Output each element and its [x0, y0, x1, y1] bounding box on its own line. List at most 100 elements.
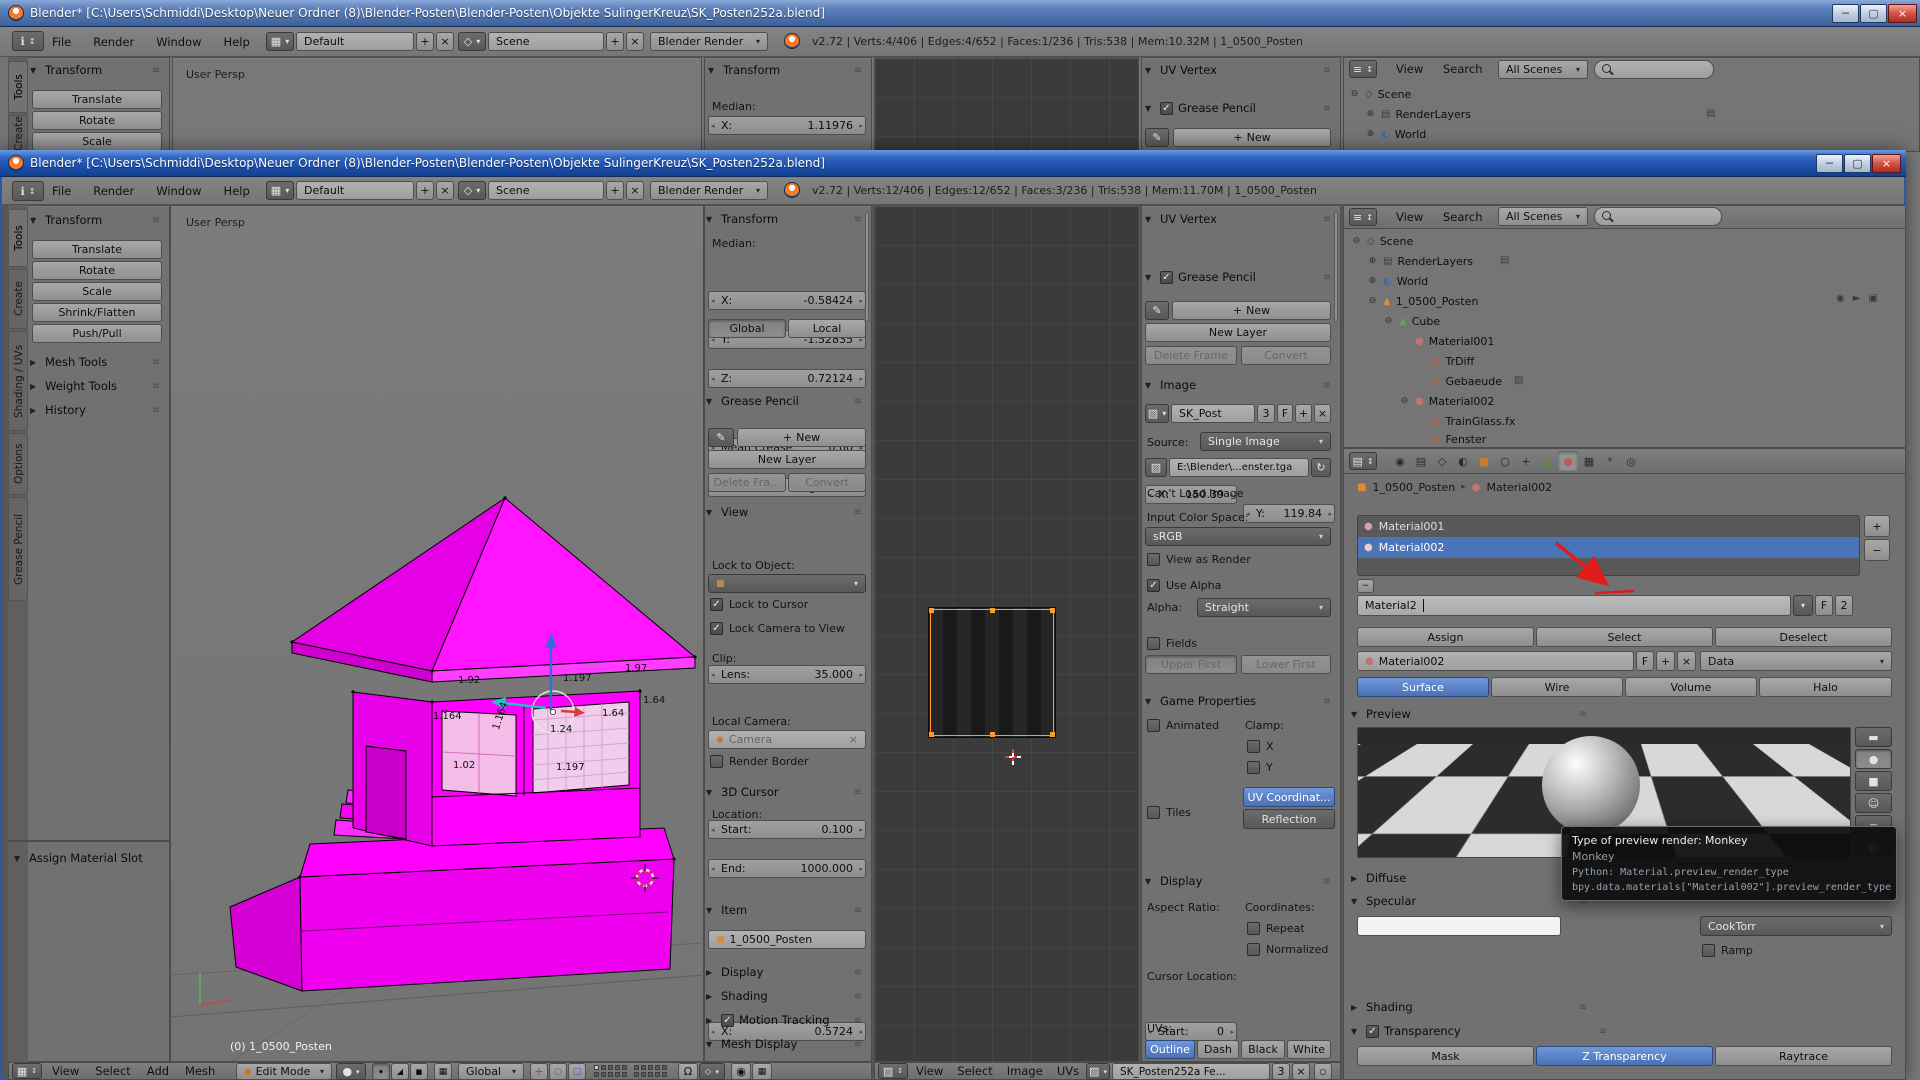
wire-button[interactable]: Wire	[1491, 677, 1623, 697]
tree-mesh-cube[interactable]: ⊖▲Cube	[1383, 311, 1783, 331]
material-tab-icon[interactable]: ●	[1558, 451, 1578, 471]
uv-vertex-dot[interactable]	[990, 608, 995, 613]
uv-image-name-field[interactable]: SK_Posten252a Fe...	[1112, 1063, 1270, 1080]
preview-panel[interactable]: ▼Preview	[1351, 704, 1591, 724]
shading-panel[interactable]: ▶Shading	[1351, 997, 1591, 1017]
delete-frame-button[interactable]: Delete Fra...	[708, 473, 786, 492]
layers-widget[interactable]	[594, 1065, 627, 1077]
alpha-mode-dropdown[interactable]: Straight	[1197, 598, 1331, 617]
use-alpha-checkbox[interactable]: ✓Use Alpha	[1147, 579, 1221, 592]
grease-pencil-panel[interactable]: ▼Grease Pencil	[706, 391, 866, 411]
render-menu[interactable]: Render	[93, 35, 134, 49]
back-grease-pencil-panel[interactable]: ▼✓Grease Pencil	[1145, 98, 1335, 118]
tiles-checkbox[interactable]: Tiles	[1147, 806, 1191, 819]
modifiers-tab-icon[interactable]: +	[1516, 451, 1536, 471]
transparency-checkbox[interactable]: ✓	[1366, 1025, 1379, 1038]
help-menu[interactable]: Help	[224, 184, 250, 198]
world-tab-icon[interactable]: ◐	[1453, 451, 1473, 471]
game-properties-panel[interactable]: ▼Game Properties	[1145, 691, 1335, 711]
volume-button[interactable]: Volume	[1625, 677, 1757, 697]
add-layout-button[interactable]: +	[416, 181, 434, 200]
maximize-button[interactable]: ▢	[1844, 154, 1871, 173]
uv-browse-image-button[interactable]: ▨▾	[1086, 1063, 1110, 1080]
unlink-material-button[interactable]: ×	[1677, 651, 1696, 671]
face-select-button[interactable]: ▪	[410, 1063, 428, 1080]
tree-fenster[interactable]: ▦Fenster	[1431, 431, 1791, 447]
remove-slot-button[interactable]: −	[1864, 539, 1890, 561]
back-close-button[interactable]: ×	[1888, 4, 1917, 23]
view-menu[interactable]: View	[52, 1064, 79, 1078]
layers-widget-2[interactable]	[634, 1065, 667, 1077]
uv-vertex-dot[interactable]	[1050, 608, 1055, 613]
vertex-select-button[interactable]: ∙	[372, 1063, 390, 1080]
back-tab-create[interactable]: Create	[8, 115, 28, 152]
expand-icon[interactable]: ⊖	[1367, 296, 1378, 306]
new-layer-button[interactable]: New Layer	[708, 450, 866, 469]
outliner-view-menu[interactable]: View	[1396, 210, 1423, 224]
uv-vertex-panel[interactable]: ▼UV Vertex	[1145, 209, 1335, 229]
expand-icon[interactable]: ⊕	[1367, 256, 1378, 266]
outliner-search-menu[interactable]: Search	[1443, 210, 1483, 224]
manipulator-scale-button[interactable]: □	[568, 1063, 586, 1080]
tree-renderlayers[interactable]: ⊕▤RenderLayers	[1367, 251, 1787, 271]
browse-material-button[interactable]: ▾	[1793, 595, 1813, 616]
mesh-menu[interactable]: Mesh	[185, 1064, 215, 1078]
global-button[interactable]: Global	[708, 319, 786, 338]
expand-icon[interactable]: ⊖	[1383, 316, 1394, 326]
file-menu[interactable]: File	[52, 184, 71, 198]
image-name-field[interactable]: SK_Post	[1171, 404, 1255, 423]
uv-image[interactable]	[928, 607, 1056, 738]
limit-selection-button[interactable]: ▦	[434, 1063, 452, 1080]
panel-mesh-tools[interactable]: ▶Mesh Tools	[30, 352, 164, 372]
uv-white-button[interactable]: White	[1287, 1040, 1331, 1059]
uv-grease-pencil-panel[interactable]: ▼✓Grease Pencil	[1145, 267, 1335, 287]
tab-grease-pencil[interactable]: Grease Pencil	[8, 497, 28, 601]
physics-tab-icon[interactable]: ◎	[1621, 451, 1641, 471]
selectability-icon[interactable]: ►	[1853, 293, 1861, 304]
material-datablock-field[interactable]: ●Material002	[1357, 651, 1634, 671]
snap-element-dropdown[interactable]: ◇▾	[699, 1063, 725, 1080]
new-material-button[interactable]: +	[1656, 651, 1675, 671]
npanel-transform-panel[interactable]: ▼Transform	[706, 209, 866, 229]
uv-convert-button[interactable]: Convert	[1241, 346, 1331, 365]
back-outliner-search-field[interactable]	[1594, 60, 1714, 79]
uv-select-menu[interactable]: Select	[957, 1064, 992, 1078]
select-menu[interactable]: Select	[95, 1064, 130, 1078]
tab-tools[interactable]: Tools	[8, 209, 28, 267]
panel-weight-tools[interactable]: ▶Weight Tools	[30, 376, 164, 396]
slot-material002[interactable]: ●Material002	[1358, 537, 1859, 558]
item-panel[interactable]: ▼Item	[706, 900, 866, 920]
preview-monkey-button[interactable]: ☺	[1855, 793, 1892, 813]
lock-camera-checkbox[interactable]: ✓Lock Camera to View	[710, 622, 845, 635]
expand-icon[interactable]: ⊖	[1399, 396, 1410, 406]
back-tab-tools[interactable]: Tools	[8, 61, 28, 113]
preview-cube-button[interactable]: ■	[1855, 771, 1892, 791]
back-translate-button[interactable]: Translate	[32, 90, 162, 109]
grease-pencil-checkbox[interactable]: ✓	[1160, 102, 1173, 115]
tree-world[interactable]: ⊕◐World	[1367, 271, 1787, 291]
tree-material001[interactable]: ●Material001	[1399, 331, 1779, 351]
render-border-checkbox[interactable]: Render Border	[710, 755, 809, 768]
median-x-field[interactable]: X:-0.58424	[708, 291, 866, 310]
delete-layout-button[interactable]: ×	[436, 181, 454, 200]
mesh-display-panel[interactable]: ▼Mesh Display	[706, 1034, 866, 1054]
delete-scene-button[interactable]: ×	[626, 32, 644, 51]
unlink-image-button[interactable]: ×	[1314, 404, 1331, 423]
deselect-button[interactable]: Deselect	[1715, 627, 1892, 647]
minimize-button[interactable]: ─	[1816, 154, 1843, 173]
uv-vertex-dot[interactable]	[929, 732, 934, 737]
uv-outline-button[interactable]: Outline	[1145, 1040, 1195, 1059]
source-dropdown[interactable]: Single Image	[1200, 432, 1331, 451]
mode-dropdown[interactable]: ■Edit Mode	[236, 1063, 332, 1080]
back-panel-transform[interactable]: ▼Transform	[30, 60, 164, 80]
scene-tab-icon[interactable]: ◇	[1432, 451, 1452, 471]
repeat-checkbox[interactable]: Repeat	[1247, 922, 1305, 935]
particles-tab-icon[interactable]: *	[1600, 451, 1620, 471]
expand-icon[interactable]: ⊖	[1349, 89, 1360, 99]
lower-first-button[interactable]: Lower First	[1241, 655, 1331, 674]
outliner-type-button[interactable]: ≡↕	[1349, 208, 1377, 226]
manipulator-rotate-button[interactable]: ○	[549, 1063, 567, 1080]
browse-image-button[interactable]: ▨▾	[1145, 404, 1169, 423]
tree-scene[interactable]: ⊖◇Scene	[1351, 231, 1781, 251]
slot-material001[interactable]: ●Material001	[1358, 516, 1859, 537]
